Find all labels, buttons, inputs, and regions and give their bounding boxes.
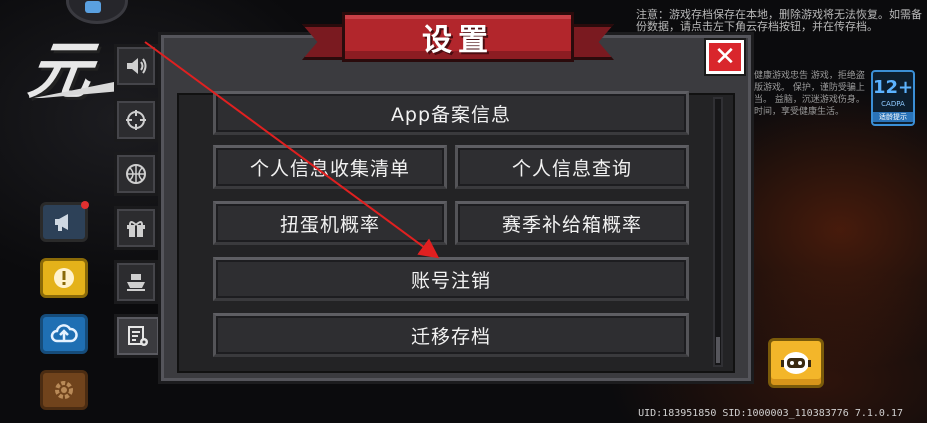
personal-info-list-button[interactable]: 个人信息收集清单 [213,145,447,189]
banner-center: 设置 [342,12,574,62]
dialog-title-banner: 设置 [302,8,614,66]
game-logo-fragment: 元 [24,34,93,107]
save-notice-text: 注意：游戏存档保存在本地，删除游戏将无法恢复。如需备份数据，请点击左下角云存档按… [636,8,922,33]
icp-info-button[interactable]: App备案信息 [213,91,689,135]
health-advisory-text: 健康游戏忠告 游戏，拒绝盗版游戏。 保护，谨防受骗上当。 益脑，沉迷游戏伤身。 … [754,71,865,117]
age-rating-number: 12+ [873,77,914,98]
settings-list-container: App备案信息 个人信息收集清单 个人信息查询 扭蛋机概率 赛季补给箱概率 账号… [177,91,735,373]
close-icon: ✕ [714,42,736,72]
season-box-rate-button[interactable]: 赛季补给箱概率 [455,201,689,245]
announcement-button[interactable] [40,201,89,242]
settings-dialog: App备案信息 个人信息收集清单 个人信息查询 扭蛋机概率 赛季补给箱概率 账号… [158,32,754,384]
gacha-rate-button[interactable]: 扭蛋机概率 [213,201,447,245]
alert-icon [54,268,74,288]
personal-info-query-button[interactable]: 个人信息查询 [455,145,689,189]
dialog-title: 设置 [422,23,494,58]
account-cancel-button[interactable]: 账号注销 [213,257,689,301]
globe-icon [126,164,146,184]
tab-gift[interactable] [114,206,158,250]
tab-sound[interactable] [114,44,158,88]
gift-icon [127,221,145,237]
customer-service-button[interactable] [768,338,824,388]
tab-controls[interactable] [114,98,158,142]
migrate-save-button[interactable]: 迁移存档 [213,313,689,357]
tab-vehicle[interactable] [114,260,158,304]
megaphone-icon [55,214,68,231]
speaker-icon [127,58,147,74]
close-button[interactable]: ✕ [706,40,744,74]
game-screen: 元 注意：游戏存档保存在本地，删除游戏将无法恢复。如需备份数据，请点击左下角云存… [0,0,927,423]
ship-icon [127,274,145,291]
crosshair-icon [126,110,146,130]
cloud-save-button[interactable] [40,314,88,354]
game-settings-button[interactable] [40,370,88,410]
gear-icon [55,381,73,399]
settings-document-icon [128,326,148,346]
tab-language[interactable] [114,152,158,196]
age-rating-badge[interactable]: 12+ CADPA 适龄提示 [871,70,915,126]
age-rating-org: CADPA [881,100,905,108]
robot-chat-icon [781,352,811,374]
age-rating-tip: 适龄提示 [873,112,913,122]
scrollbar[interactable] [713,97,723,367]
uid-version-text: UID:183951850 SID:1000003_110383776 7.1.… [638,408,903,419]
tab-system-settings[interactable] [114,314,162,358]
alert-button[interactable] [40,258,88,298]
scrollbar-thumb[interactable] [716,337,720,363]
cloud-upload-icon [50,324,78,343]
